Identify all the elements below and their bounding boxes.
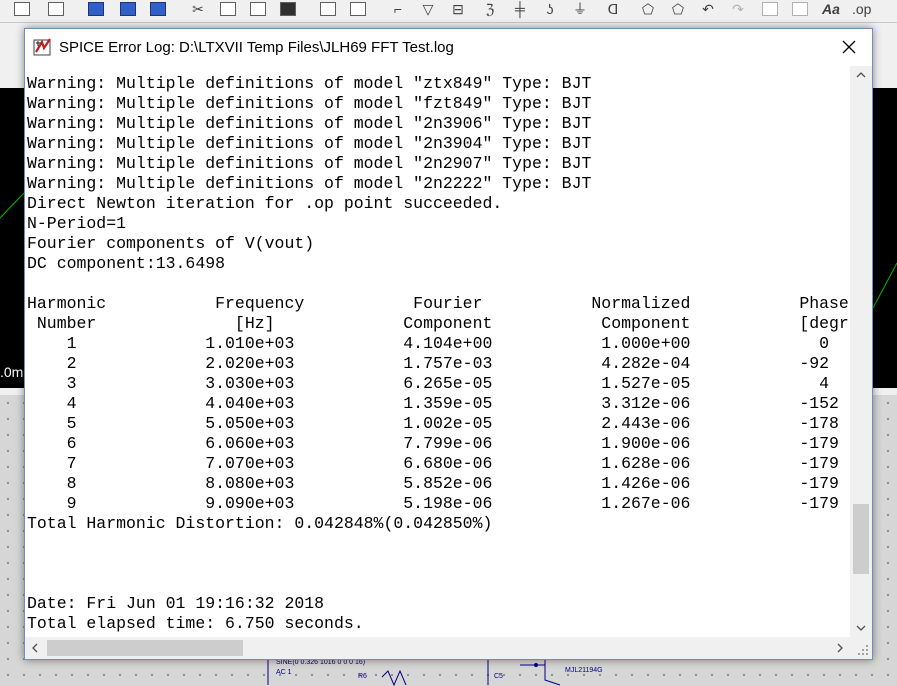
rotate-icon[interactable]: ⬠ xyxy=(640,2,656,16)
chevron-up-icon xyxy=(856,72,866,78)
ltspice-app-icon xyxy=(33,38,51,56)
log-line: 1 1.010e+03 4.104e+00 1.000e+00 0 xyxy=(27,334,830,353)
log-content-area[interactable]: Warning: Multiple definitions of model "… xyxy=(25,66,850,637)
log-line: 4 4.040e+03 1.359e-05 3.312e-06 -152 xyxy=(27,394,839,413)
log-line: DC component:13.6498 xyxy=(27,254,226,273)
log-line: 2 2.020e+03 1.757e-03 4.282e-04 -92 xyxy=(27,354,830,373)
log-line: Fourier components of V(vout) xyxy=(27,234,315,253)
ltspice-toolbar: ✂ ⌐ ▽ ⊟ ℨ ╪ ʖ ⏚ ᗡ ⬠ ⬠ ↶ ↷ Aa .op xyxy=(0,0,897,23)
toolbar-icon[interactable] xyxy=(350,2,366,16)
log-line: 8 8.080e+03 5.852e-06 1.426e-06 -179 xyxy=(27,474,839,493)
log-line: 6 6.060e+03 7.799e-06 1.900e-06 -179 xyxy=(27,434,839,453)
log-line: N-Period=1 xyxy=(27,214,127,233)
vertical-scrollbar[interactable] xyxy=(850,66,872,637)
log-line: Warning: Multiple definitions of model "… xyxy=(27,174,592,193)
toolbar-icon[interactable] xyxy=(320,2,336,16)
component-icon[interactable]: ᗡ xyxy=(605,2,621,16)
toolbar-icon[interactable] xyxy=(280,2,296,16)
diode-icon[interactable]: ⏚ xyxy=(572,2,588,16)
log-line: Date: Fri Jun 01 19:16:32 2018 xyxy=(27,594,325,613)
scroll-right-button[interactable] xyxy=(830,637,850,659)
toolbar-icon[interactable] xyxy=(792,2,808,16)
capacitor-icon[interactable]: ╪ xyxy=(512,2,528,16)
ground-icon[interactable]: ▽ xyxy=(420,2,436,16)
toolbar-icon[interactable] xyxy=(150,2,166,16)
log-line: Warning: Multiple definitions of model "… xyxy=(27,134,592,153)
toolbar-icon[interactable] xyxy=(48,2,64,16)
toolbar-icon[interactable] xyxy=(88,2,104,16)
mirror-icon[interactable]: ⬠ xyxy=(670,2,686,16)
log-line: 3 3.030e+03 6.265e-05 1.527e-05 4 xyxy=(27,374,830,393)
horizontal-scroll-thumb[interactable] xyxy=(47,640,243,656)
text-icon[interactable]: Aa xyxy=(822,2,840,16)
window-title: SPICE Error Log: D:\LTXVII Temp Files\JL… xyxy=(59,39,454,56)
toolbar-icon[interactable] xyxy=(762,2,778,16)
spice-directive-icon[interactable]: .op xyxy=(852,2,871,16)
scroll-left-button[interactable] xyxy=(25,637,45,659)
log-line: Warning: Multiple definitions of model "… xyxy=(27,154,592,173)
close-button[interactable] xyxy=(826,29,872,64)
log-line: 9 9.090e+03 5.198e-06 1.267e-06 -179 xyxy=(27,494,839,513)
inductor-icon[interactable]: ʖ xyxy=(542,2,558,16)
resize-grip-icon xyxy=(858,645,868,655)
log-line: Direct Newton iteration for .op point su… xyxy=(27,194,503,213)
redo-icon[interactable]: ↷ xyxy=(730,2,746,16)
vertical-scroll-thumb[interactable] xyxy=(853,504,869,574)
scroll-up-button[interactable] xyxy=(850,66,872,84)
chevron-down-icon xyxy=(856,625,866,631)
log-line: Warning: Multiple definitions of model "… xyxy=(27,94,592,113)
horizontal-scrollbar[interactable] xyxy=(25,637,850,659)
spice-error-log-window: SPICE Error Log: D:\LTXVII Temp Files\JL… xyxy=(24,28,873,660)
close-icon xyxy=(842,40,856,53)
resistor-icon[interactable]: ℨ xyxy=(482,2,498,16)
plot-axis-label: .0m xyxy=(0,364,24,380)
log-text: Warning: Multiple definitions of model "… xyxy=(27,74,850,634)
toolbar-icon[interactable] xyxy=(120,2,136,16)
size-grip[interactable] xyxy=(850,637,872,659)
log-line: Total Harmonic Distortion: 0.042848%(0.0… xyxy=(27,514,493,533)
toolbar-icon[interactable] xyxy=(14,2,30,16)
label-icon[interactable]: ⊟ xyxy=(450,2,466,16)
toolbar-icon[interactable] xyxy=(220,2,236,16)
log-line: Warning: Multiple definitions of model "… xyxy=(27,74,592,93)
chevron-left-icon xyxy=(32,643,38,653)
log-line: 7 7.070e+03 6.680e-06 1.628e-06 -179 xyxy=(27,454,839,473)
log-line: Warning: Multiple definitions of model "… xyxy=(27,114,592,133)
title-bar[interactable]: SPICE Error Log: D:\LTXVII Temp Files\JL… xyxy=(25,29,872,66)
log-line: Total elapsed time: 6.750 seconds. xyxy=(27,614,364,633)
log-line: Number [Hz] Component Component [degree] xyxy=(27,314,850,333)
chevron-right-icon xyxy=(837,643,843,653)
toolbar-icon[interactable] xyxy=(250,2,266,16)
log-line: Harmonic Frequency Fourier Normalized Ph… xyxy=(27,294,849,313)
scroll-down-button[interactable] xyxy=(850,619,872,637)
log-line: 5 5.050e+03 1.002e-05 2.443e-06 -178 xyxy=(27,414,839,433)
wire-icon[interactable]: ⌐ xyxy=(390,2,406,16)
undo-icon[interactable]: ↶ xyxy=(700,2,716,16)
scissors-icon[interactable]: ✂ xyxy=(190,2,206,16)
